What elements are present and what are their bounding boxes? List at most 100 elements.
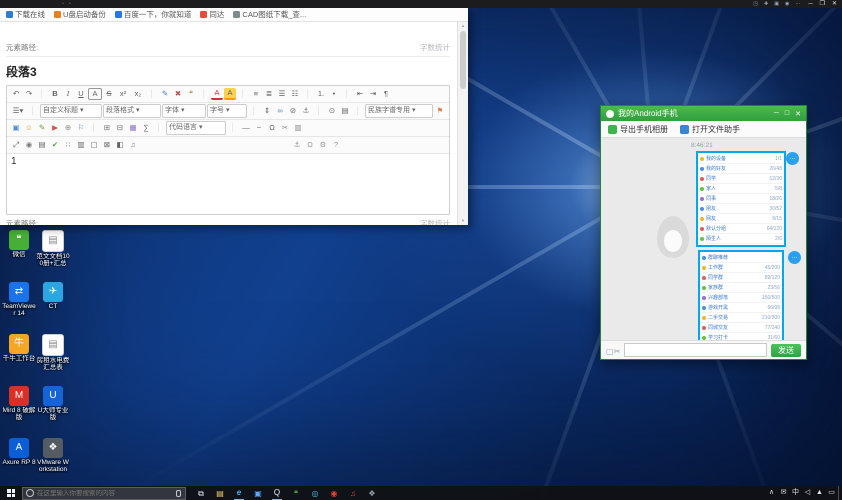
unordered-list-icon[interactable]: • xyxy=(328,88,340,100)
extension-icon[interactable]: ▣ xyxy=(774,0,779,8)
anchor-icon[interactable]: ⚓ xyxy=(300,105,312,117)
remove-format-icon[interactable]: ✖ xyxy=(172,88,184,100)
chrome-icon[interactable]: ◉ xyxy=(329,487,339,500)
desktop-icon[interactable]: ❖ VMware Workstation xyxy=(36,438,70,473)
edge-icon[interactable]: e xyxy=(234,486,244,500)
map-icon[interactable]: ⚐ xyxy=(75,122,87,134)
network-icon[interactable]: ▲ xyxy=(816,486,823,500)
desktop-icon[interactable]: ✈ CT xyxy=(36,282,70,317)
align-center-icon[interactable]: ≣ xyxy=(263,88,275,100)
minimize-button[interactable]: ─ xyxy=(808,0,812,8)
blockquote-icon[interactable]: ❝ xyxy=(185,88,197,100)
insert-table-icon[interactable]: ⊞ xyxy=(101,122,113,134)
help-icon[interactable]: ? xyxy=(330,139,342,151)
desktop-icon[interactable]: M Mird 8 破解版 xyxy=(2,386,36,421)
image-icon[interactable]: ▣ xyxy=(10,122,22,134)
unlink-icon[interactable]: ⊘ xyxy=(287,105,299,117)
music-icon[interactable]: ♫ xyxy=(348,487,358,500)
desktop-icon[interactable]: ⇄ TeamViewer 14 xyxy=(2,282,36,317)
extension-icon[interactable]: ✚ xyxy=(764,0,768,8)
clear-doc-icon[interactable]: ⊠ xyxy=(101,139,113,151)
minimize-button[interactable]: ─ xyxy=(774,110,779,118)
scrollbar[interactable]: ▲ ▼ xyxy=(457,22,468,225)
fullscreen-icon[interactable]: ⤢ xyxy=(10,139,22,151)
select-box-icon[interactable]: ▢ xyxy=(606,347,614,356)
file-explorer-icon[interactable]: ▤ xyxy=(215,487,225,500)
link-icon[interactable]: ∞ xyxy=(274,105,286,117)
photos-icon[interactable]: ▣ xyxy=(253,487,263,500)
line-height-icon[interactable]: ⇕ xyxy=(261,105,273,117)
music-icon[interactable]: ♫ xyxy=(127,139,139,151)
cut-icon[interactable]: ✂ xyxy=(279,122,291,134)
preview-icon[interactable]: ◉ xyxy=(23,139,35,151)
dashed-rule-icon[interactable]: ~ xyxy=(253,122,265,134)
subscript-icon[interactable]: x₂ xyxy=(131,88,145,100)
volume-icon[interactable]: ◁ xyxy=(804,486,811,500)
bookmark-item[interactable]: 下载在线 xyxy=(6,9,45,20)
ordered-list-icon[interactable]: 1. xyxy=(315,88,327,100)
custom-title-dropdown[interactable]: 自定义标题 ▾ xyxy=(40,104,102,118)
tray-message-icon[interactable]: ✉ xyxy=(780,486,787,500)
align-justify-icon[interactable]: ☷ xyxy=(289,88,301,100)
emoji-icon[interactable]: ☺ xyxy=(23,122,35,134)
anchor-small-icon[interactable]: ⚓ xyxy=(291,139,303,151)
print-icon[interactable]: ▤ xyxy=(339,105,351,117)
delete-table-icon[interactable]: ⊟ xyxy=(114,122,126,134)
outdent-icon[interactable]: ⇤ xyxy=(354,88,366,100)
input-method-indicator[interactable]: 中 xyxy=(792,486,799,500)
bookmark-item[interactable]: 百度一下，你就知道 xyxy=(115,9,192,20)
superscript-icon[interactable]: x² xyxy=(116,88,130,100)
undo-icon[interactable]: ↶ xyxy=(10,88,22,100)
font-family-dropdown[interactable]: 字体 ▾ xyxy=(162,104,206,118)
action-center-icon[interactable]: ▭ xyxy=(828,486,835,500)
start-button[interactable] xyxy=(0,486,22,500)
tray-expand-icon[interactable]: ∧ xyxy=(768,486,775,500)
paste-icon[interactable]: ▥ xyxy=(292,122,304,134)
paragraph-icon[interactable]: ¶ xyxy=(380,88,392,100)
font-color-icon[interactable]: A xyxy=(211,88,223,100)
desktop-icon[interactable]: ❝ 微信 xyxy=(2,230,36,265)
chat-bubble-icon[interactable]: … xyxy=(788,251,801,264)
screenshot-icon[interactable]: ✂ xyxy=(614,347,621,356)
chart-icon[interactable]: ▦ xyxy=(127,122,139,134)
phone-screenshot-message[interactable]: 我的设备 1/1 我的好友 26/48 同学 12/30 xyxy=(696,151,786,247)
style-menu-icon[interactable]: ☰▾ xyxy=(10,105,26,117)
bold-icon[interactable]: B xyxy=(49,88,61,100)
send-button[interactable]: 发送 xyxy=(771,344,801,357)
desktop-icon[interactable]: ▤ 房租水电费汇总表 xyxy=(36,334,70,369)
show-desktop-button[interactable] xyxy=(838,486,842,500)
indent-icon[interactable]: ⇥ xyxy=(367,88,379,100)
scroll-down-icon[interactable]: ▼ xyxy=(458,217,468,225)
search-input[interactable] xyxy=(37,490,173,497)
maximize-button[interactable]: ❐ xyxy=(820,0,825,8)
scrawl-icon[interactable]: ✎ xyxy=(36,122,48,134)
flag-icon[interactable]: ⚑ xyxy=(434,105,446,117)
microphone-icon[interactable] xyxy=(176,490,181,497)
scrollbar-thumb[interactable] xyxy=(460,31,466,89)
underline-icon[interactable]: U xyxy=(75,88,87,100)
bookmark-item[interactable]: 同达 xyxy=(200,9,224,20)
taskbar-search-box[interactable] xyxy=(22,487,186,500)
omega-icon[interactable]: Ω xyxy=(304,139,316,151)
chat-bubble-icon[interactable]: … xyxy=(786,152,799,165)
print-preview-icon[interactable]: ▤ xyxy=(36,139,48,151)
spellcheck-icon[interactable]: ✔ xyxy=(49,139,61,151)
horizontal-rule-icon[interactable]: — xyxy=(240,122,252,134)
browser-icon[interactable]: ◎ xyxy=(310,487,320,500)
highlight-color-icon[interactable]: A xyxy=(224,88,236,100)
snapshot-icon[interactable]: ◧ xyxy=(114,139,126,151)
extension-icon[interactable]: ◉ xyxy=(785,0,789,8)
message-input[interactable] xyxy=(624,343,767,357)
desktop-icon[interactable]: ▤ 范文文档100册+汇总 xyxy=(36,230,70,265)
template-icon[interactable]: ▢ xyxy=(88,139,100,151)
assistant-tab-button[interactable]: 打开文件助手 xyxy=(680,124,740,135)
scroll-up-icon[interactable]: ▲ xyxy=(458,22,468,30)
redo-icon[interactable]: ↷ xyxy=(23,88,35,100)
bookmark-item[interactable]: CAD图纸下载_查... xyxy=(233,9,306,20)
strikethrough-icon[interactable]: S xyxy=(103,88,115,100)
task-view-icon[interactable]: ⧉ xyxy=(196,487,206,500)
qq-icon[interactable]: Q xyxy=(272,486,282,500)
align-left-icon[interactable]: ≡ xyxy=(250,88,262,100)
extension-icon[interactable]: ◳ xyxy=(753,0,758,8)
vmware-icon[interactable]: ❖ xyxy=(367,487,377,500)
